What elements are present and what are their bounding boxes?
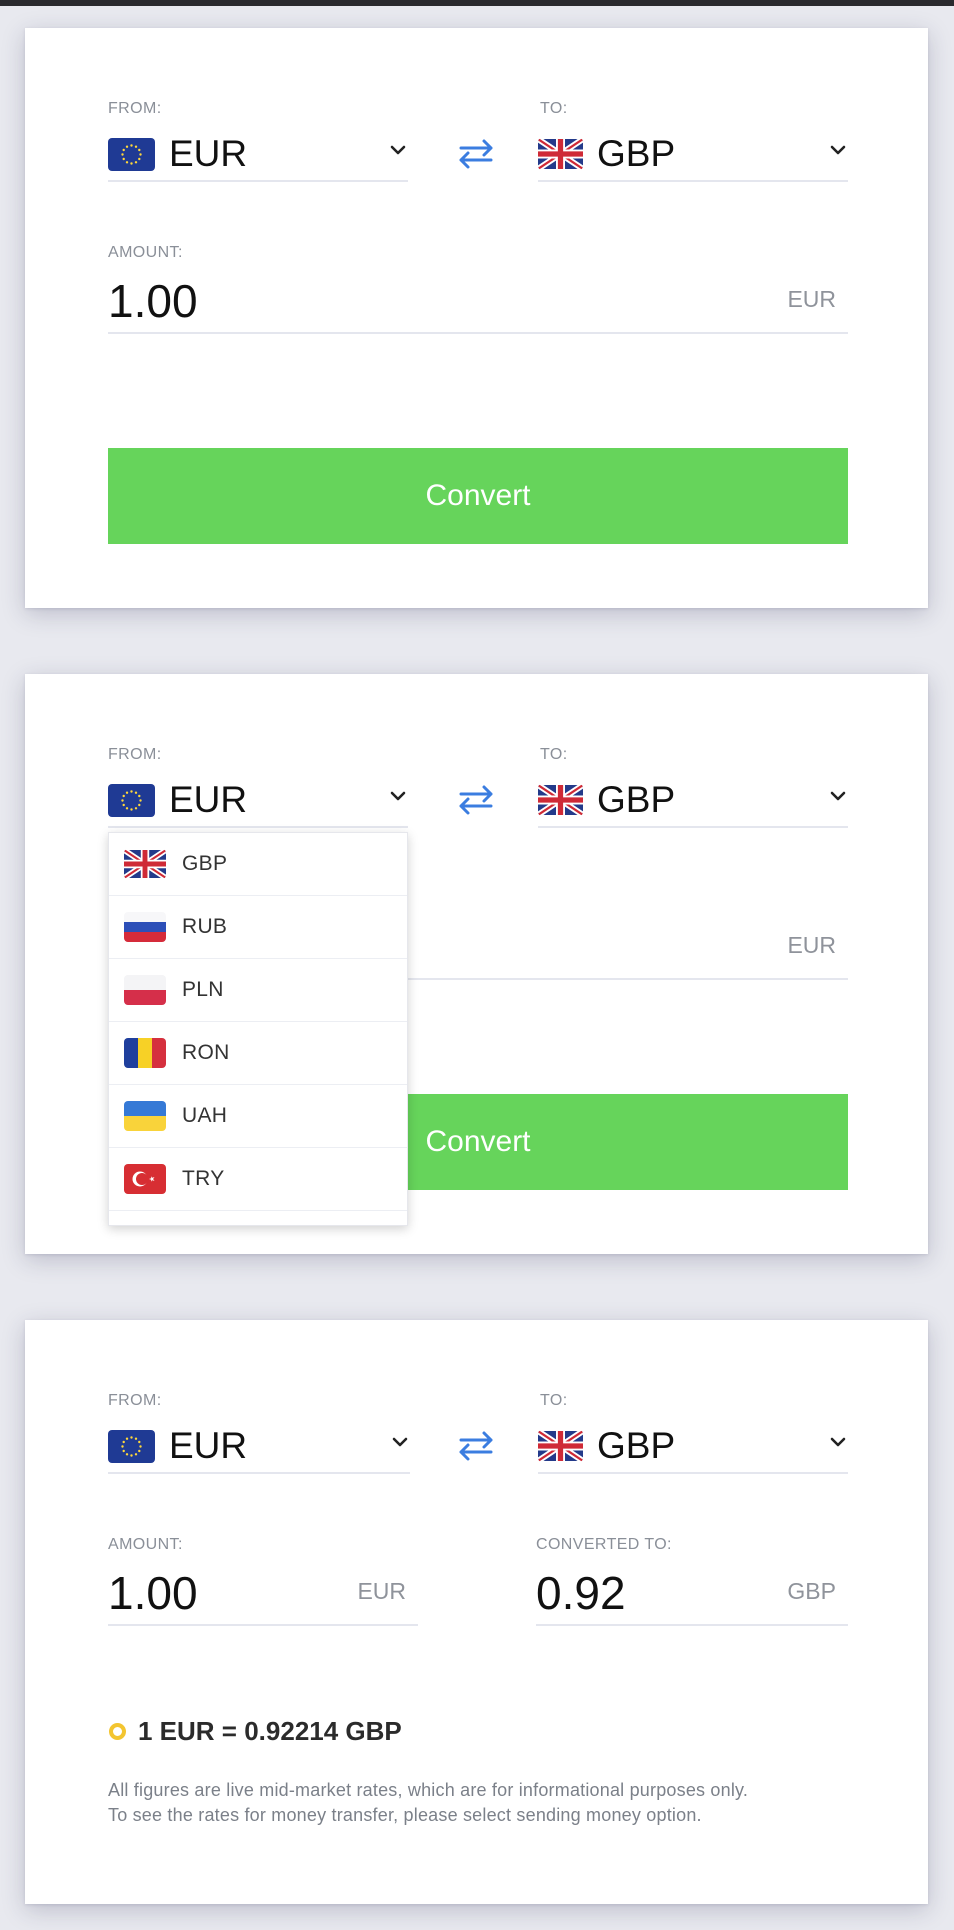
poland-flag-icon — [124, 975, 166, 1005]
convert-button[interactable]: Convert — [108, 448, 848, 544]
option-label: UAH — [182, 1104, 228, 1127]
amount-value: 1.00 — [108, 1567, 198, 1619]
chevron-down-icon — [388, 786, 408, 806]
option-label: RON — [182, 1041, 230, 1064]
eu-flag-icon — [108, 1430, 155, 1463]
amount-unit: EUR — [357, 1578, 406, 1604]
to-currency-code: GBP — [597, 1425, 676, 1466]
romania-flag-icon — [124, 1038, 166, 1068]
disclaimer-text: All figures are live mid-market rates, w… — [108, 1778, 868, 1828]
option-label: TRY — [182, 1167, 225, 1190]
from-currency-select[interactable]: EUR — [108, 1420, 410, 1474]
disclaimer-line-1: All figures are live mid-market rates, w… — [108, 1780, 749, 1800]
converter-card-initial: FROM: EUR TO: GBP AMOUNT: 1.00 EUR Conve… — [25, 28, 928, 608]
russia-flag-icon — [124, 912, 166, 942]
amount-input[interactable]: 1.00 EUR — [108, 1552, 418, 1626]
to-currency-code: GBP — [597, 779, 676, 820]
rate-indicator-icon — [109, 1723, 126, 1740]
from-currency-code: EUR — [169, 133, 248, 174]
swap-arrows-icon[interactable] — [453, 1426, 499, 1466]
to-currency-select[interactable]: GBP — [538, 128, 848, 182]
uk-flag-icon — [538, 784, 583, 816]
converted-output: 0.92 GBP — [536, 1552, 848, 1626]
dropdown-option-rub[interactable]: RUB — [109, 896, 407, 959]
to-label: TO: — [540, 1392, 568, 1409]
to-currency-select[interactable]: GBP — [538, 1420, 848, 1474]
converted-value: 0.92 — [536, 1567, 626, 1619]
dropdown-option-ron[interactable]: RON — [109, 1022, 407, 1085]
swap-arrows-icon[interactable] — [453, 780, 499, 820]
to-currency-code: GBP — [597, 133, 676, 174]
amount-value: 1.00 — [108, 275, 198, 327]
dropdown-option-gbp[interactable]: GBP — [109, 833, 407, 896]
eu-flag-icon — [108, 784, 155, 817]
dropdown-option-uah[interactable]: UAH — [109, 1085, 407, 1148]
from-label: FROM: — [108, 100, 162, 117]
ukraine-flag-icon — [124, 1101, 166, 1131]
amount-unit: EUR — [787, 286, 836, 312]
from-label: FROM: — [108, 1392, 162, 1409]
from-currency-code: EUR — [169, 1425, 248, 1466]
chevron-down-icon — [388, 140, 408, 160]
amount-unit: EUR — [787, 932, 836, 958]
chevron-down-icon — [390, 1432, 410, 1452]
to-label: TO: — [540, 746, 568, 763]
converted-unit: GBP — [787, 1578, 836, 1604]
dropdown-scroll-area — [109, 1211, 407, 1225]
currency-dropdown-menu: GBP RUB PLN RON UAH TRY — [108, 832, 408, 1226]
uk-flag-icon — [538, 1430, 583, 1462]
option-label: RUB — [182, 915, 228, 938]
chevron-down-icon — [828, 140, 848, 160]
option-label: PLN — [182, 978, 224, 1001]
turkey-flag-icon — [124, 1164, 166, 1194]
option-label: GBP — [182, 852, 228, 875]
chevron-down-icon — [828, 1432, 848, 1452]
from-label: FROM: — [108, 746, 162, 763]
exchange-rate: 1 EUR = 0.92214 GBP — [138, 1716, 402, 1746]
uk-flag-icon — [538, 138, 583, 170]
amount-input[interactable]: 1.00 EUR — [108, 260, 848, 334]
from-currency-code: EUR — [169, 779, 248, 820]
dropdown-option-try[interactable]: TRY — [109, 1148, 407, 1211]
converter-card-result: FROM: EUR TO: GBP AMOUNT: 1.00 EUR CONVE… — [25, 1320, 928, 1904]
dropdown-option-pln[interactable]: PLN — [109, 959, 407, 1022]
to-currency-select[interactable]: GBP — [538, 774, 848, 828]
top-bar — [0, 0, 954, 6]
uk-flag-icon — [124, 849, 166, 879]
to-label: TO: — [540, 100, 568, 117]
chevron-down-icon — [828, 786, 848, 806]
eu-flag-icon — [108, 138, 155, 171]
from-currency-select[interactable]: EUR — [108, 774, 408, 828]
disclaimer-line-2: To see the rates for money transfer, ple… — [108, 1805, 702, 1825]
from-currency-select[interactable]: EUR — [108, 128, 408, 182]
swap-arrows-icon[interactable] — [453, 134, 499, 174]
